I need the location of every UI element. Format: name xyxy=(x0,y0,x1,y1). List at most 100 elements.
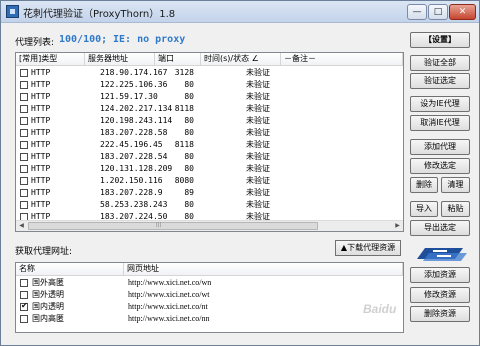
proxy-status: 未验证 xyxy=(246,128,270,137)
minimize-button[interactable]: — xyxy=(407,4,427,20)
export-selected-button[interactable]: 导出选定 xyxy=(410,220,470,236)
proxy-status: 未验证 xyxy=(246,116,270,125)
column-header-note[interactable]: －备注－ xyxy=(281,53,403,66)
source-row[interactable]: 国内透明 http://www.xici.net.co/nt xyxy=(16,301,403,313)
ie-proxy-status: IE: no proxy xyxy=(113,34,186,45)
source-row[interactable]: 国内高匿 http://www.xici.net.co/nn xyxy=(16,313,403,325)
download-proxy-resources-button[interactable]: ▲下载代理资源 xyxy=(335,240,401,256)
proxy-ip: 183.207.228.9 xyxy=(100,188,163,197)
proxy-status: 未验证 xyxy=(246,80,270,89)
proxy-status: 未验证 xyxy=(246,92,270,101)
horizontal-scrollbar[interactable]: ◀ ||| ▶ xyxy=(16,220,403,231)
verify-all-button[interactable]: 验证全部 xyxy=(410,55,470,71)
add-resource-button[interactable]: 添加资源 xyxy=(410,267,470,283)
proxy-type: HTTP xyxy=(31,104,51,113)
row-checkbox[interactable] xyxy=(20,129,28,137)
edit-selected-button[interactable]: 修改选定 xyxy=(410,158,470,174)
row-checkbox[interactable] xyxy=(20,93,28,101)
column-header-url[interactable]: 网页地址 xyxy=(124,263,403,276)
proxy-row[interactable]: HTTP 120.198.243.114 80 未验证 xyxy=(16,115,403,127)
proxy-ip: 121.59.17.30 xyxy=(100,92,158,101)
proxy-row[interactable]: HTTP 122.225.106.36 80 未验证 xyxy=(16,79,403,91)
proxy-row[interactable]: HTTP 218.90.174.167 3128 未验证 xyxy=(16,67,403,79)
row-checkbox[interactable] xyxy=(20,177,28,185)
proxy-status: 未验证 xyxy=(246,140,270,149)
watermark: Baidu xyxy=(363,302,397,316)
row-checkbox[interactable] xyxy=(20,69,28,77)
proxy-port: 80 xyxy=(184,164,194,173)
source-checkbox[interactable] xyxy=(20,291,28,299)
source-row[interactable]: 国外透明 http://www.xici.net.co/wt xyxy=(16,289,403,301)
settings-button[interactable]: 【设置】 xyxy=(410,32,470,48)
source-url: http://www.xici.net.co/nn xyxy=(128,314,210,323)
column-header-server[interactable]: 服务器地址 xyxy=(85,53,155,66)
proxy-status: 未验证 xyxy=(246,152,270,161)
proxy-ip: 1.202.150.116 xyxy=(100,176,163,185)
cancel-ie-proxy-button[interactable]: 取消IE代理 xyxy=(410,115,470,131)
proxy-list[interactable]: [常用]类型 服务器地址 端口 时间(s)/状态 ∠ －备注－ HTTP 218… xyxy=(15,52,404,232)
proxy-port: 80 xyxy=(184,80,194,89)
source-url: http://www.xici.net.co/nt xyxy=(128,302,208,311)
scrollbar-thumb[interactable] xyxy=(28,222,318,230)
row-checkbox[interactable] xyxy=(20,201,28,209)
maximize-button[interactable]: □ xyxy=(428,4,448,20)
scroll-right-icon[interactable]: ▶ xyxy=(392,221,403,231)
proxy-type: HTTP xyxy=(31,116,51,125)
app-logo-icon xyxy=(417,248,467,261)
proxy-row[interactable]: HTTP 120.131.128.209 80 未验证 xyxy=(16,163,403,175)
column-header-name[interactable]: 名称 xyxy=(16,263,124,276)
main-window: 花刺代理验证（ProxyThorn）1.8 — □ ✕ 代理列表: 100/10… xyxy=(0,0,480,346)
row-checkbox[interactable] xyxy=(20,153,28,161)
source-checkbox[interactable] xyxy=(20,279,28,287)
column-header-port[interactable]: 端口 xyxy=(155,53,201,66)
proxy-type: HTTP xyxy=(31,164,51,173)
paste-button[interactable]: 粘贴 xyxy=(441,201,470,217)
proxy-row[interactable]: HTTP 222.45.196.45 8118 未验证 xyxy=(16,139,403,151)
row-checkbox[interactable] xyxy=(20,141,28,149)
column-header-type[interactable]: [常用]类型 xyxy=(16,53,85,66)
proxy-list-label: 代理列表: xyxy=(15,38,55,48)
column-header-status[interactable]: 时间(s)/状态 ∠ xyxy=(201,53,281,66)
row-checkbox[interactable] xyxy=(20,165,28,173)
source-row[interactable]: 国外高匿 http://www.xici.net.co/wn xyxy=(16,277,403,289)
proxy-row[interactable]: HTTP 1.202.150.116 8080 未验证 xyxy=(16,175,403,187)
proxy-row[interactable]: HTTP 183.207.228.54 80 未验证 xyxy=(16,151,403,163)
source-url: http://www.xici.net.co/wn xyxy=(128,278,212,287)
proxy-type: HTTP xyxy=(31,92,51,101)
proxy-row[interactable]: HTTP 183.207.228.58 80 未验证 xyxy=(16,127,403,139)
scroll-left-icon[interactable]: ◀ xyxy=(16,221,27,231)
proxy-port: 8080 xyxy=(174,176,194,185)
title-bar[interactable]: 花刺代理验证（ProxyThorn）1.8 — □ ✕ xyxy=(1,1,479,23)
proxy-port: 80 xyxy=(184,200,194,209)
proxy-row[interactable]: HTTP 121.59.17.30 80 未验证 xyxy=(16,91,403,103)
clear-button[interactable]: 清理 xyxy=(441,177,470,193)
import-button[interactable]: 导入 xyxy=(410,201,438,217)
row-checkbox[interactable] xyxy=(20,105,28,113)
proxy-type: HTTP xyxy=(31,200,51,209)
proxy-row[interactable]: HTTP 58.253.238.243 80 未验证 xyxy=(16,199,403,211)
proxy-status: 未验证 xyxy=(246,164,270,173)
source-name: 国外高匿 xyxy=(32,278,64,287)
add-proxy-button[interactable]: 添加代理 xyxy=(410,139,470,155)
source-checkbox[interactable] xyxy=(20,315,28,323)
proxy-source-list[interactable]: 名称 网页地址 国外高匿 http://www.xici.net.co/wn 国… xyxy=(15,262,404,333)
set-ie-proxy-button[interactable]: 设为IE代理 xyxy=(410,96,470,112)
proxy-type: HTTP xyxy=(31,176,51,185)
proxy-port: 80 xyxy=(184,152,194,161)
delete-resource-button[interactable]: 删除资源 xyxy=(410,306,470,322)
row-checkbox[interactable] xyxy=(20,189,28,197)
source-checkbox[interactable] xyxy=(20,301,28,311)
edit-resource-button[interactable]: 修改资源 xyxy=(410,287,470,303)
proxy-row[interactable]: HTTP 183.207.228.9 89 未验证 xyxy=(16,187,403,199)
source-url: http://www.xici.net.co/wt xyxy=(128,290,210,299)
delete-button[interactable]: 删除 xyxy=(410,177,438,193)
row-checkbox[interactable] xyxy=(20,117,28,125)
proxy-ip: 222.45.196.45 xyxy=(100,140,163,149)
close-button[interactable]: ✕ xyxy=(449,4,476,20)
proxy-status: 未验证 xyxy=(246,104,270,113)
proxy-count: 100/100; xyxy=(59,34,108,45)
proxy-status: 未验证 xyxy=(246,68,270,77)
proxy-row[interactable]: HTTP 124.202.217.134 8118 未验证 xyxy=(16,103,403,115)
verify-selected-button[interactable]: 验证选定 xyxy=(410,73,470,89)
row-checkbox[interactable] xyxy=(20,81,28,89)
